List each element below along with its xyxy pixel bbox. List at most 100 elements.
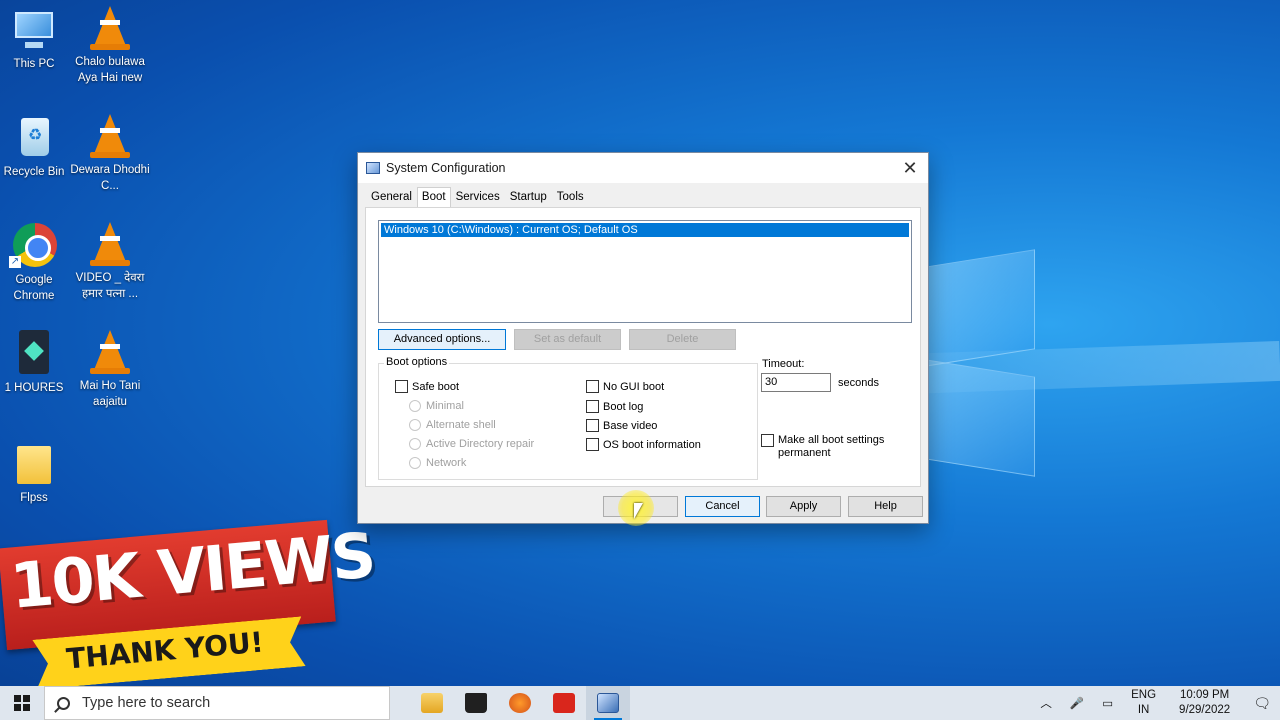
- desktop-icon-this-pc[interactable]: This PC: [0, 6, 74, 72]
- tab-boot[interactable]: Boot: [416, 187, 451, 207]
- search-placeholder: Type here to search: [82, 695, 211, 711]
- desktop-icon-label: Flpss: [20, 492, 48, 504]
- clock[interactable]: 10:09 PM 9/29/2022: [1165, 688, 1244, 718]
- tab-services[interactable]: Services: [451, 187, 505, 207]
- boot-log-label: Boot log: [603, 400, 644, 413]
- chevron-up-icon[interactable]: ︿: [1031, 695, 1061, 711]
- computer-icon: [15, 12, 53, 48]
- tab-tools[interactable]: Tools: [552, 187, 589, 207]
- desktop-icon-label: Google Chrome: [13, 274, 55, 302]
- taskbar-file-explorer[interactable]: [410, 686, 454, 720]
- network-radio[interactable]: Network: [409, 457, 466, 469]
- desktop-icon-recycle-bin[interactable]: Recycle Bin: [0, 114, 74, 180]
- safe-boot-label: Safe boot: [412, 380, 460, 393]
- taskbar: Type here to search ︿ 🎤 ▭ ENG IN 10:09 P…: [0, 686, 1280, 720]
- desktop-icon-label: Dewara Dhodhi C...: [70, 164, 150, 192]
- delete-button[interactable]: Delete: [629, 329, 736, 350]
- desktop-icon-chrome[interactable]: ↗ Google Chrome: [0, 222, 74, 304]
- desktop-icon-chalo[interactable]: Chalo bulawa Aya Hai new: [70, 4, 150, 86]
- vlc-icon: [90, 6, 130, 50]
- help-button[interactable]: Help: [848, 496, 923, 517]
- minimal-label: Minimal: [426, 400, 464, 412]
- taskbar-store[interactable]: [454, 686, 498, 720]
- taskbar-fl-studio[interactable]: [498, 686, 542, 720]
- desktop-icon-video[interactable]: VIDEO _ देवरा हमार पत्ना ...: [70, 220, 150, 302]
- timeout-input[interactable]: 30: [761, 373, 831, 392]
- language-region: IN: [1137, 704, 1150, 716]
- taskbar-red-app[interactable]: [542, 686, 586, 720]
- network-label: Network: [426, 457, 467, 469]
- make-permanent-label: Make all boot settings permanent: [778, 434, 885, 459]
- language-indicator[interactable]: ENG IN: [1122, 688, 1165, 718]
- no-gui-boot-label: No GUI boot: [603, 380, 665, 393]
- desktop-icon-flpss[interactable]: Flpss: [0, 440, 74, 506]
- make-permanent-checkbox[interactable]: Make all boot settings permanent: [761, 434, 901, 460]
- safe-boot-checkbox[interactable]: Safe boot: [395, 380, 459, 393]
- clock-date: 9/29/2022: [1179, 704, 1231, 716]
- no-gui-boot-checkbox[interactable]: No GUI boot: [586, 380, 664, 393]
- apply-button[interactable]: Apply: [766, 496, 841, 517]
- store-bag-icon: [465, 693, 487, 713]
- desktop-icon-mai-ho-tani[interactable]: Mai Ho Tani aajaitu: [70, 328, 150, 410]
- dialog-titlebar[interactable]: System Configuration: [358, 153, 928, 183]
- active-directory-repair-radio[interactable]: Active Directory repair: [409, 438, 534, 450]
- system-configuration-dialog: System Configuration ✕ General Boot Serv…: [357, 152, 929, 524]
- vlc-icon: [90, 114, 130, 158]
- desktop-icon-1-houres[interactable]: 1 HOURES: [0, 330, 74, 396]
- shortcut-arrow-icon: ↗: [9, 256, 21, 268]
- microphone-icon[interactable]: 🎤: [1061, 696, 1093, 710]
- base-video-label: Base video: [603, 419, 658, 432]
- boot-log-checkbox[interactable]: Boot log: [586, 400, 643, 413]
- alternate-shell-radio[interactable]: Alternate shell: [409, 419, 496, 431]
- battery-icon[interactable]: ▭: [1093, 696, 1122, 710]
- tab-startup[interactable]: Startup: [505, 187, 552, 207]
- msconfig-icon: [366, 162, 380, 174]
- vlc-icon: [90, 330, 130, 374]
- language-code: ENG: [1131, 689, 1157, 701]
- minimal-radio[interactable]: Minimal: [409, 400, 464, 412]
- desktop-icon-label: This PC: [13, 58, 55, 70]
- tab-bar: General Boot Services Startup Tools: [366, 187, 589, 207]
- desktop-icon-label: Chalo bulawa Aya Hai new: [75, 56, 145, 84]
- notification-icon[interactable]: 🗨: [1244, 695, 1280, 712]
- cancel-button[interactable]: Cancel: [685, 496, 760, 517]
- taskbar-search-box[interactable]: Type here to search: [44, 686, 390, 720]
- file-explorer-icon: [421, 693, 443, 713]
- set-as-default-button[interactable]: Set as default: [514, 329, 621, 350]
- desktop-icon-dewara[interactable]: Dewara Dhodhi C...: [70, 112, 150, 194]
- boot-options-group: Boot options Safe boot Minimal Alternate…: [378, 356, 758, 480]
- recycle-bin-icon: [21, 118, 49, 156]
- desktop-icon-label: Recycle Bin: [3, 166, 65, 178]
- boot-tab-panel: Windows 10 (C:\Windows) : Current OS; De…: [365, 207, 921, 487]
- desktop-icon-label: VIDEO _ देवरा हमार पत्ना ...: [75, 272, 145, 300]
- desktop-icon-label: 1 HOURES: [4, 382, 64, 394]
- red-app-icon: [553, 693, 575, 713]
- vlc-icon: [90, 222, 130, 266]
- views-banner: 10K VIEWS THANK YOU!: [0, 518, 377, 695]
- active-directory-repair-label: Active Directory repair: [426, 438, 535, 450]
- os-boot-information-label: OS boot information: [603, 438, 701, 451]
- os-boot-information-checkbox[interactable]: OS boot information: [586, 438, 701, 451]
- fl-studio-icon: [509, 693, 531, 713]
- video-project-icon: [19, 330, 49, 374]
- mouse-pointer-icon: [634, 503, 643, 519]
- search-icon: [57, 696, 70, 710]
- os-list[interactable]: Windows 10 (C:\Windows) : Current OS; De…: [378, 220, 912, 323]
- windows-logo-wallpaper: [925, 240, 1040, 485]
- system-tray: ︿ 🎤 ▭ ENG IN 10:09 PM 9/29/2022 🗨: [1031, 686, 1280, 720]
- folder-icon: [17, 446, 51, 484]
- start-button[interactable]: [0, 686, 44, 720]
- windows-start-icon: [14, 695, 30, 711]
- boot-options-title: Boot options: [384, 356, 450, 368]
- timeout-label: Timeout:: [762, 358, 805, 370]
- taskbar-msconfig[interactable]: [586, 686, 630, 720]
- msconfig-icon: [597, 693, 619, 713]
- desktop-icon-label: Mai Ho Tani aajaitu: [79, 380, 141, 408]
- advanced-options-button[interactable]: Advanced options...: [378, 329, 506, 350]
- tab-general[interactable]: General: [366, 187, 417, 207]
- os-list-item-selected[interactable]: Windows 10 (C:\Windows) : Current OS; De…: [381, 223, 909, 237]
- close-button[interactable]: ✕: [900, 158, 920, 178]
- base-video-checkbox[interactable]: Base video: [586, 419, 657, 432]
- dialog-title: System Configuration: [386, 161, 506, 175]
- alternate-shell-label: Alternate shell: [426, 419, 496, 431]
